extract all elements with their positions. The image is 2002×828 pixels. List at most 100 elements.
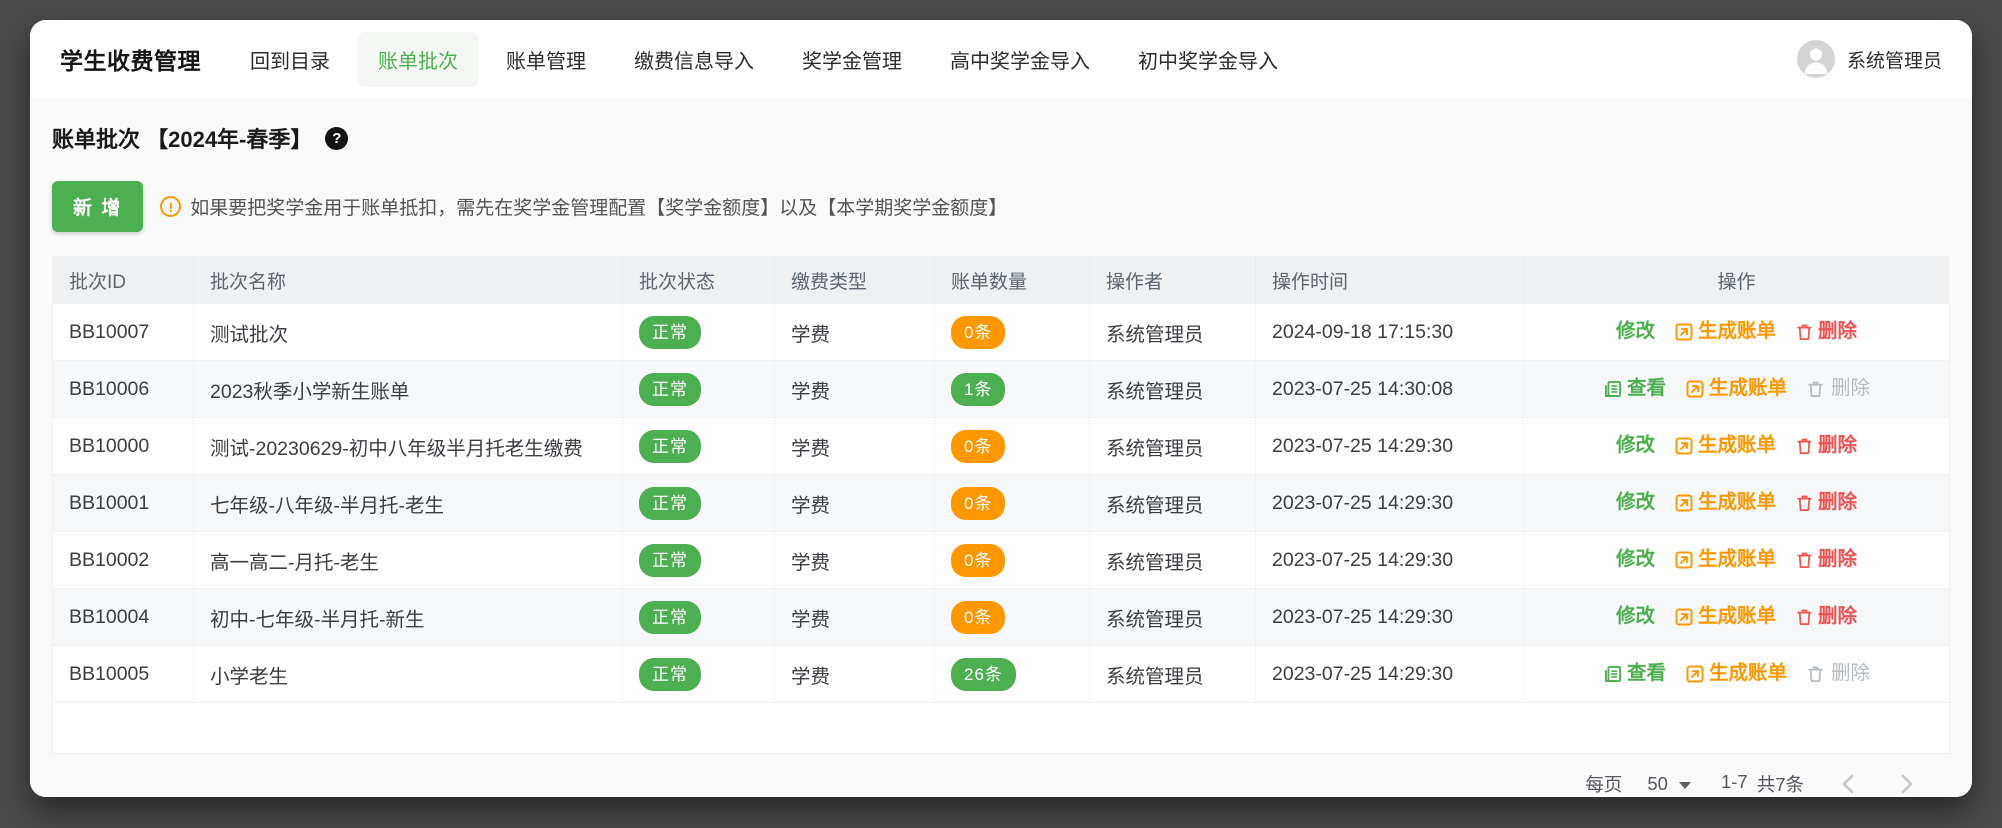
page-title: 账单批次 【2024年-春季】	[52, 127, 313, 152]
column-header: 操作	[1717, 271, 1756, 293]
help-icon[interactable]: ?	[325, 126, 349, 150]
cell-batch-id: BB10006	[53, 361, 194, 417]
cell-bill-count: 0条	[935, 304, 1090, 360]
generate-bill-button[interactable]: 生成账单	[1674, 493, 1776, 513]
per-page-value: 50	[1647, 773, 1668, 794]
cell-actions: 修改 生成账单 删除	[1524, 589, 1949, 645]
edit-action-button[interactable]: 修改	[1616, 550, 1655, 570]
delete-button[interactable]: 删除	[1795, 493, 1857, 513]
pagination-range: 1-7	[1720, 771, 1748, 792]
generate-icon	[1675, 494, 1693, 512]
generate-bill-button[interactable]: 生成账单	[1674, 607, 1776, 627]
trash-icon	[1808, 381, 1823, 397]
status-badge: 正常	[639, 429, 701, 463]
table-empty-area	[53, 703, 1949, 754]
status-badge: 正常	[639, 315, 701, 349]
cell-operate-time: 2023-07-25 14:29:30	[1256, 418, 1524, 474]
app-window: 学生收费管理 回到目录 账单批次 账单管理 缴费信息导入 奖学金管理 高中奖学金导入 初中奖…	[30, 20, 1972, 797]
nav-tab-1[interactable]: 账单批次	[357, 31, 479, 87]
trash-icon	[1797, 552, 1812, 568]
action-label: 删除	[1831, 662, 1871, 685]
action-label: 查看	[1626, 662, 1666, 685]
action-label: 修改	[1615, 491, 1655, 514]
action-label: 修改	[1615, 434, 1655, 457]
generate-icon	[1675, 608, 1693, 626]
column-header: 操作者	[1090, 256, 1256, 304]
cell-bill-count: 0条	[935, 418, 1090, 474]
view-action-button[interactable]: 查看	[1603, 664, 1666, 684]
delete-button[interactable]: 删除	[1795, 322, 1857, 342]
table-row: BB10007 测试批次 正常 学费 0条 系统管理员 2024-09-18 1…	[53, 304, 1949, 361]
cell-operator: 系统管理员	[1090, 361, 1256, 417]
cell-batch-name: 七年级-八年级-半月托-老生	[194, 475, 623, 531]
nav-tab-5[interactable]: 高中奖学金导入	[929, 32, 1111, 87]
cell-batch-status: 正常	[623, 304, 775, 360]
generate-bill-button[interactable]: 生成账单	[1685, 379, 1787, 399]
chevron-right-icon	[1901, 774, 1913, 794]
nav-user-area: 系统管理员	[1796, 40, 1942, 78]
cell-bill-count: 26条	[935, 646, 1090, 702]
cell-batch-name: 2023秋季小学新生账单	[194, 361, 623, 417]
cell-actions: 查看 生成账单 删除	[1524, 361, 1949, 417]
column-header: 批次ID	[53, 256, 194, 304]
prev-page-button[interactable]	[1837, 772, 1861, 796]
cell-pay-type: 学费	[775, 589, 935, 645]
action-label: 生成账单	[1697, 434, 1776, 457]
trash-icon	[1797, 324, 1812, 340]
column-header: 缴费类型	[775, 256, 935, 304]
action-label: 删除	[1831, 377, 1871, 400]
cell-pay-type: 学费	[775, 646, 935, 702]
generate-icon	[1686, 665, 1704, 683]
nav-tab-3[interactable]: 缴费信息导入	[613, 32, 775, 87]
next-page-button[interactable]	[1894, 772, 1918, 796]
cell-batch-status: 正常	[623, 532, 775, 588]
nav-tab-2[interactable]: 账单管理	[485, 32, 607, 87]
view-action-button[interactable]: 查看	[1603, 379, 1666, 399]
person-icon	[1804, 48, 1828, 74]
pagination-total: 共7条	[1756, 774, 1804, 795]
edit-action-button[interactable]: 修改	[1616, 607, 1655, 627]
delete-button[interactable]: 删除	[1795, 436, 1857, 456]
cell-pay-type: 学费	[775, 361, 935, 417]
generate-bill-button[interactable]: 生成账单	[1674, 436, 1776, 456]
per-page-select[interactable]: 50	[1647, 773, 1691, 795]
cell-batch-status: 正常	[623, 646, 775, 702]
edit-action-button[interactable]: 修改	[1616, 493, 1655, 513]
table-row: BB10004 初中-七年级-半月托-新生 正常 学费 0条 系统管理员 202…	[53, 589, 1949, 646]
cell-batch-name: 测试-20230629-初中八年级半月托老生缴费	[194, 418, 623, 474]
nav-tab-6[interactable]: 初中奖学金导入	[1117, 32, 1299, 87]
app-title: 学生收费管理	[60, 48, 201, 74]
cell-batch-id: BB10004	[53, 589, 194, 645]
view-icon	[1604, 666, 1621, 682]
warning-icon: !	[160, 196, 182, 217]
action-label: 生成账单	[1697, 548, 1776, 571]
table-row: BB10005 小学老生 正常 学费 26条 系统管理员 2023-07-25 …	[53, 646, 1949, 703]
nav-tab-0[interactable]: 回到目录	[229, 32, 351, 87]
trash-icon	[1797, 495, 1812, 511]
generate-bill-button[interactable]: 生成账单	[1674, 550, 1776, 570]
count-badge: 1条	[951, 372, 1006, 406]
view-icon	[1604, 381, 1621, 397]
generate-bill-button[interactable]: 生成账单	[1685, 664, 1787, 684]
delete-button[interactable]: 删除	[1795, 550, 1857, 570]
batch-table: 批次ID 批次名称 批次状态 缴费类型 账单数量 操作者 操作时间 操作 BB10007 测试…	[52, 256, 1950, 754]
avatar[interactable]	[1796, 40, 1835, 78]
delete-button: 删除	[1806, 379, 1870, 399]
cell-pay-type: 学费	[775, 304, 935, 360]
generate-bill-button[interactable]: 生成账单	[1674, 322, 1776, 342]
action-label: 删除	[1818, 605, 1858, 628]
nav-tab-4[interactable]: 奖学金管理	[781, 32, 923, 87]
delete-button[interactable]: 删除	[1795, 607, 1857, 627]
cell-batch-status: 正常	[623, 418, 775, 474]
edit-action-button[interactable]: 修改	[1616, 322, 1655, 342]
chevron-left-icon	[1842, 774, 1854, 794]
cell-batch-id: BB10001	[53, 475, 194, 531]
action-label: 生成账单	[1708, 377, 1787, 400]
count-badge: 0条	[951, 600, 1006, 634]
cell-operate-time: 2023-07-25 14:29:30	[1256, 475, 1524, 531]
edit-action-button[interactable]: 修改	[1616, 436, 1655, 456]
cell-operator: 系统管理员	[1090, 532, 1256, 588]
pagination-summary: 1-7 共7条	[1721, 771, 1804, 797]
add-button[interactable]: 新 增	[52, 181, 144, 232]
cell-actions: 修改 生成账单 删除	[1524, 304, 1949, 360]
